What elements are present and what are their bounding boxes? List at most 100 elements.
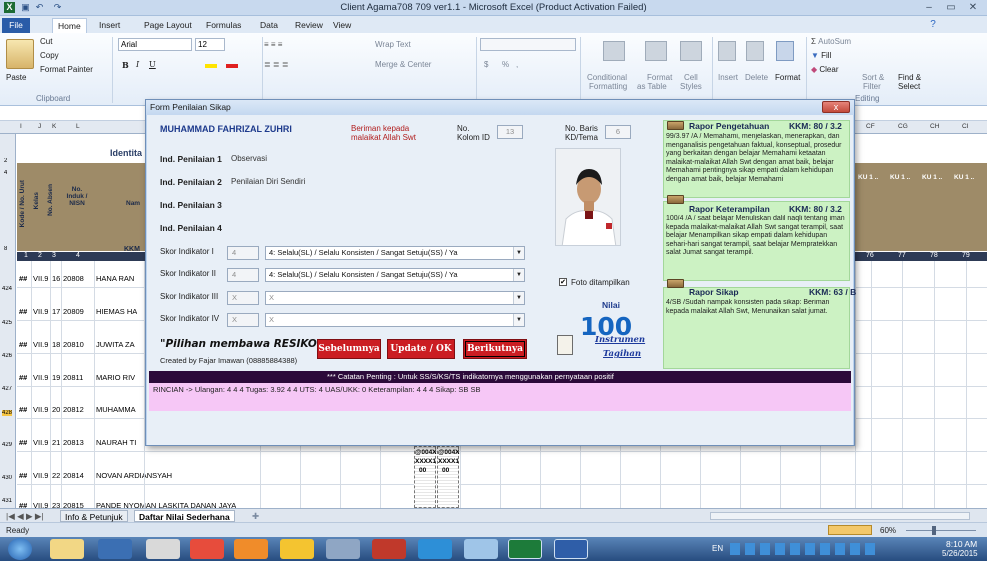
sebelumnya-button[interactable]: Sebelumnya (317, 339, 381, 359)
delete-cells-icon[interactable] (746, 41, 764, 61)
cell-nama[interactable]: HANA RAN (96, 274, 134, 283)
dropdown-arrow-icon[interactable]: ▼ (513, 292, 524, 304)
cell-absen[interactable]: 18 (52, 340, 60, 349)
close-window-icon[interactable]: ✕ (965, 1, 981, 14)
delete-button[interactable]: Delete (745, 73, 768, 82)
tab-view[interactable]: View (328, 18, 356, 33)
row-number[interactable]: 8 (4, 246, 7, 252)
row-number[interactable]: 427 (2, 386, 12, 392)
no-kolom-input[interactable]: 13 (497, 125, 523, 139)
row-number[interactable]: 430 (2, 475, 12, 481)
firefox-icon[interactable] (234, 539, 268, 559)
clear-button[interactable]: ◆ Clear (811, 65, 839, 74)
cell-hash[interactable]: ## (19, 471, 27, 480)
skor-indikator-4-number[interactable]: X (227, 313, 259, 327)
dropdown-arrow-icon[interactable]: ▼ (513, 247, 524, 259)
col-header-cf[interactable]: CF (866, 123, 875, 130)
no-baris-input[interactable]: 6 (605, 125, 631, 139)
folder-icon[interactable] (464, 539, 498, 559)
row-number[interactable]: 429 (2, 442, 12, 448)
cell-kelas[interactable]: VII.9 (33, 438, 48, 447)
cell-induk[interactable]: 20814 (63, 471, 84, 480)
tab-review[interactable]: Review (290, 18, 328, 33)
font-size-select[interactable]: 12 (195, 38, 225, 51)
cell-induk[interactable]: 20810 (63, 340, 84, 349)
underline-button[interactable]: U (149, 60, 156, 69)
autosum-button[interactable]: Σ AutoSum (811, 37, 851, 46)
start-button-icon[interactable] (8, 538, 32, 560)
cell-nama[interactable]: MARIO RIV (96, 373, 135, 382)
tab-page-layout[interactable]: Page Layout (139, 18, 197, 33)
minimize-icon[interactable]: – (921, 1, 937, 14)
col-header-ci[interactable]: CI (962, 123, 969, 130)
format-as-table-button[interactable]: Format (647, 73, 672, 82)
format-painter-button[interactable]: Format Painter (40, 65, 93, 74)
clock-time[interactable]: 8:10 AM (946, 539, 977, 549)
fill-button[interactable]: ▼ Fill (811, 51, 831, 60)
cell-induk[interactable]: 20811 (63, 373, 83, 382)
clock-date[interactable]: 5/26/2015 (942, 549, 978, 558)
cut-button[interactable]: Cut (40, 37, 52, 46)
row-number[interactable]: 4 (4, 170, 7, 176)
align-lines-icon[interactable]: ≡ ≡ ≡ (264, 40, 282, 49)
cell-induk[interactable]: 20812 (63, 405, 84, 414)
outlook-icon[interactable] (98, 539, 132, 559)
cell-induk[interactable]: 20813 (63, 438, 84, 447)
font-color-icon[interactable] (226, 64, 238, 68)
sort-filter-button[interactable]: Sort & (862, 73, 884, 82)
update-ok-button[interactable]: Update / OK (387, 339, 455, 359)
col-header-ch[interactable]: CH (930, 123, 939, 130)
paint-icon[interactable] (146, 539, 180, 559)
row-number-selected[interactable]: 428 (2, 410, 13, 416)
number-format-select[interactable] (480, 38, 576, 51)
col-header-i[interactable]: I (20, 123, 22, 130)
zoom-level[interactable]: 60% (880, 526, 896, 535)
cell-kelas[interactable]: VII.9 (33, 405, 48, 414)
col-header-j[interactable]: J (38, 123, 41, 130)
help-icon[interactable]: ? (925, 18, 941, 31)
cell-absen[interactable]: 20 (52, 405, 60, 414)
fill-color-icon[interactable] (205, 64, 217, 68)
excel-task-icon[interactable] (508, 539, 542, 559)
cell-kelas[interactable]: VII.9 (33, 307, 48, 316)
conditional-formatting-icon[interactable] (603, 41, 625, 61)
align-center-icon[interactable]: ≣ ≣ ≣ (264, 60, 289, 69)
instrumen-icon[interactable] (557, 335, 573, 355)
cell-nama[interactable]: HIEMAS HA (96, 307, 137, 316)
new-sheet-icon[interactable]: ✚ (248, 510, 263, 522)
tab-data[interactable]: Data (255, 18, 283, 33)
row-number[interactable]: 425 (2, 320, 12, 326)
skor-indikator-1-select[interactable]: 4: Selalu(SL) / Selalu Konsisten / Sanga… (265, 246, 525, 260)
conditional-formatting-button[interactable]: Conditional (587, 73, 627, 82)
row-number[interactable]: 2 (4, 158, 7, 164)
cell-nama[interactable]: MUHAMMA (96, 405, 136, 414)
skor-indikator-4-select[interactable]: X ▼ (265, 313, 525, 327)
cell-absen[interactable]: 16 (52, 274, 60, 283)
paste-icon[interactable] (6, 39, 34, 69)
cell-kelas[interactable]: VII.9 (33, 340, 48, 349)
currency-button[interactable]: $ (484, 60, 488, 69)
cell-nama[interactable]: NOVAN ARDIANSYAH (96, 471, 172, 480)
maximize-icon[interactable]: ▭ (943, 1, 959, 14)
app-icon[interactable] (326, 539, 360, 559)
cell-hash[interactable]: ## (19, 405, 27, 414)
berikutnya-button[interactable]: Berikutnya (463, 339, 527, 359)
cell-kelas[interactable]: VII.9 (33, 274, 48, 283)
col-header-cg[interactable]: CG (898, 123, 908, 130)
row-number[interactable]: 424 (2, 286, 12, 292)
tab-formulas[interactable]: Formulas (201, 18, 246, 33)
dropdown-arrow-icon[interactable]: ▼ (513, 314, 524, 326)
view-buttons[interactable] (828, 525, 872, 535)
bold-button[interactable]: B (122, 60, 129, 70)
chrome-icon[interactable] (190, 539, 224, 559)
cell-hash[interactable]: ## (19, 307, 27, 316)
books-icon[interactable] (372, 539, 406, 559)
zoom-slider-thumb[interactable] (932, 526, 936, 535)
ie-icon[interactable] (418, 539, 452, 559)
cell-absen[interactable]: 21 (52, 438, 60, 447)
format-cells-icon[interactable] (776, 41, 794, 61)
format-button[interactable]: Format (775, 73, 800, 82)
tab-home[interactable]: Home (52, 18, 87, 33)
row-number[interactable]: 426 (2, 353, 12, 359)
skor-indikator-1-number[interactable]: 4 (227, 246, 259, 260)
